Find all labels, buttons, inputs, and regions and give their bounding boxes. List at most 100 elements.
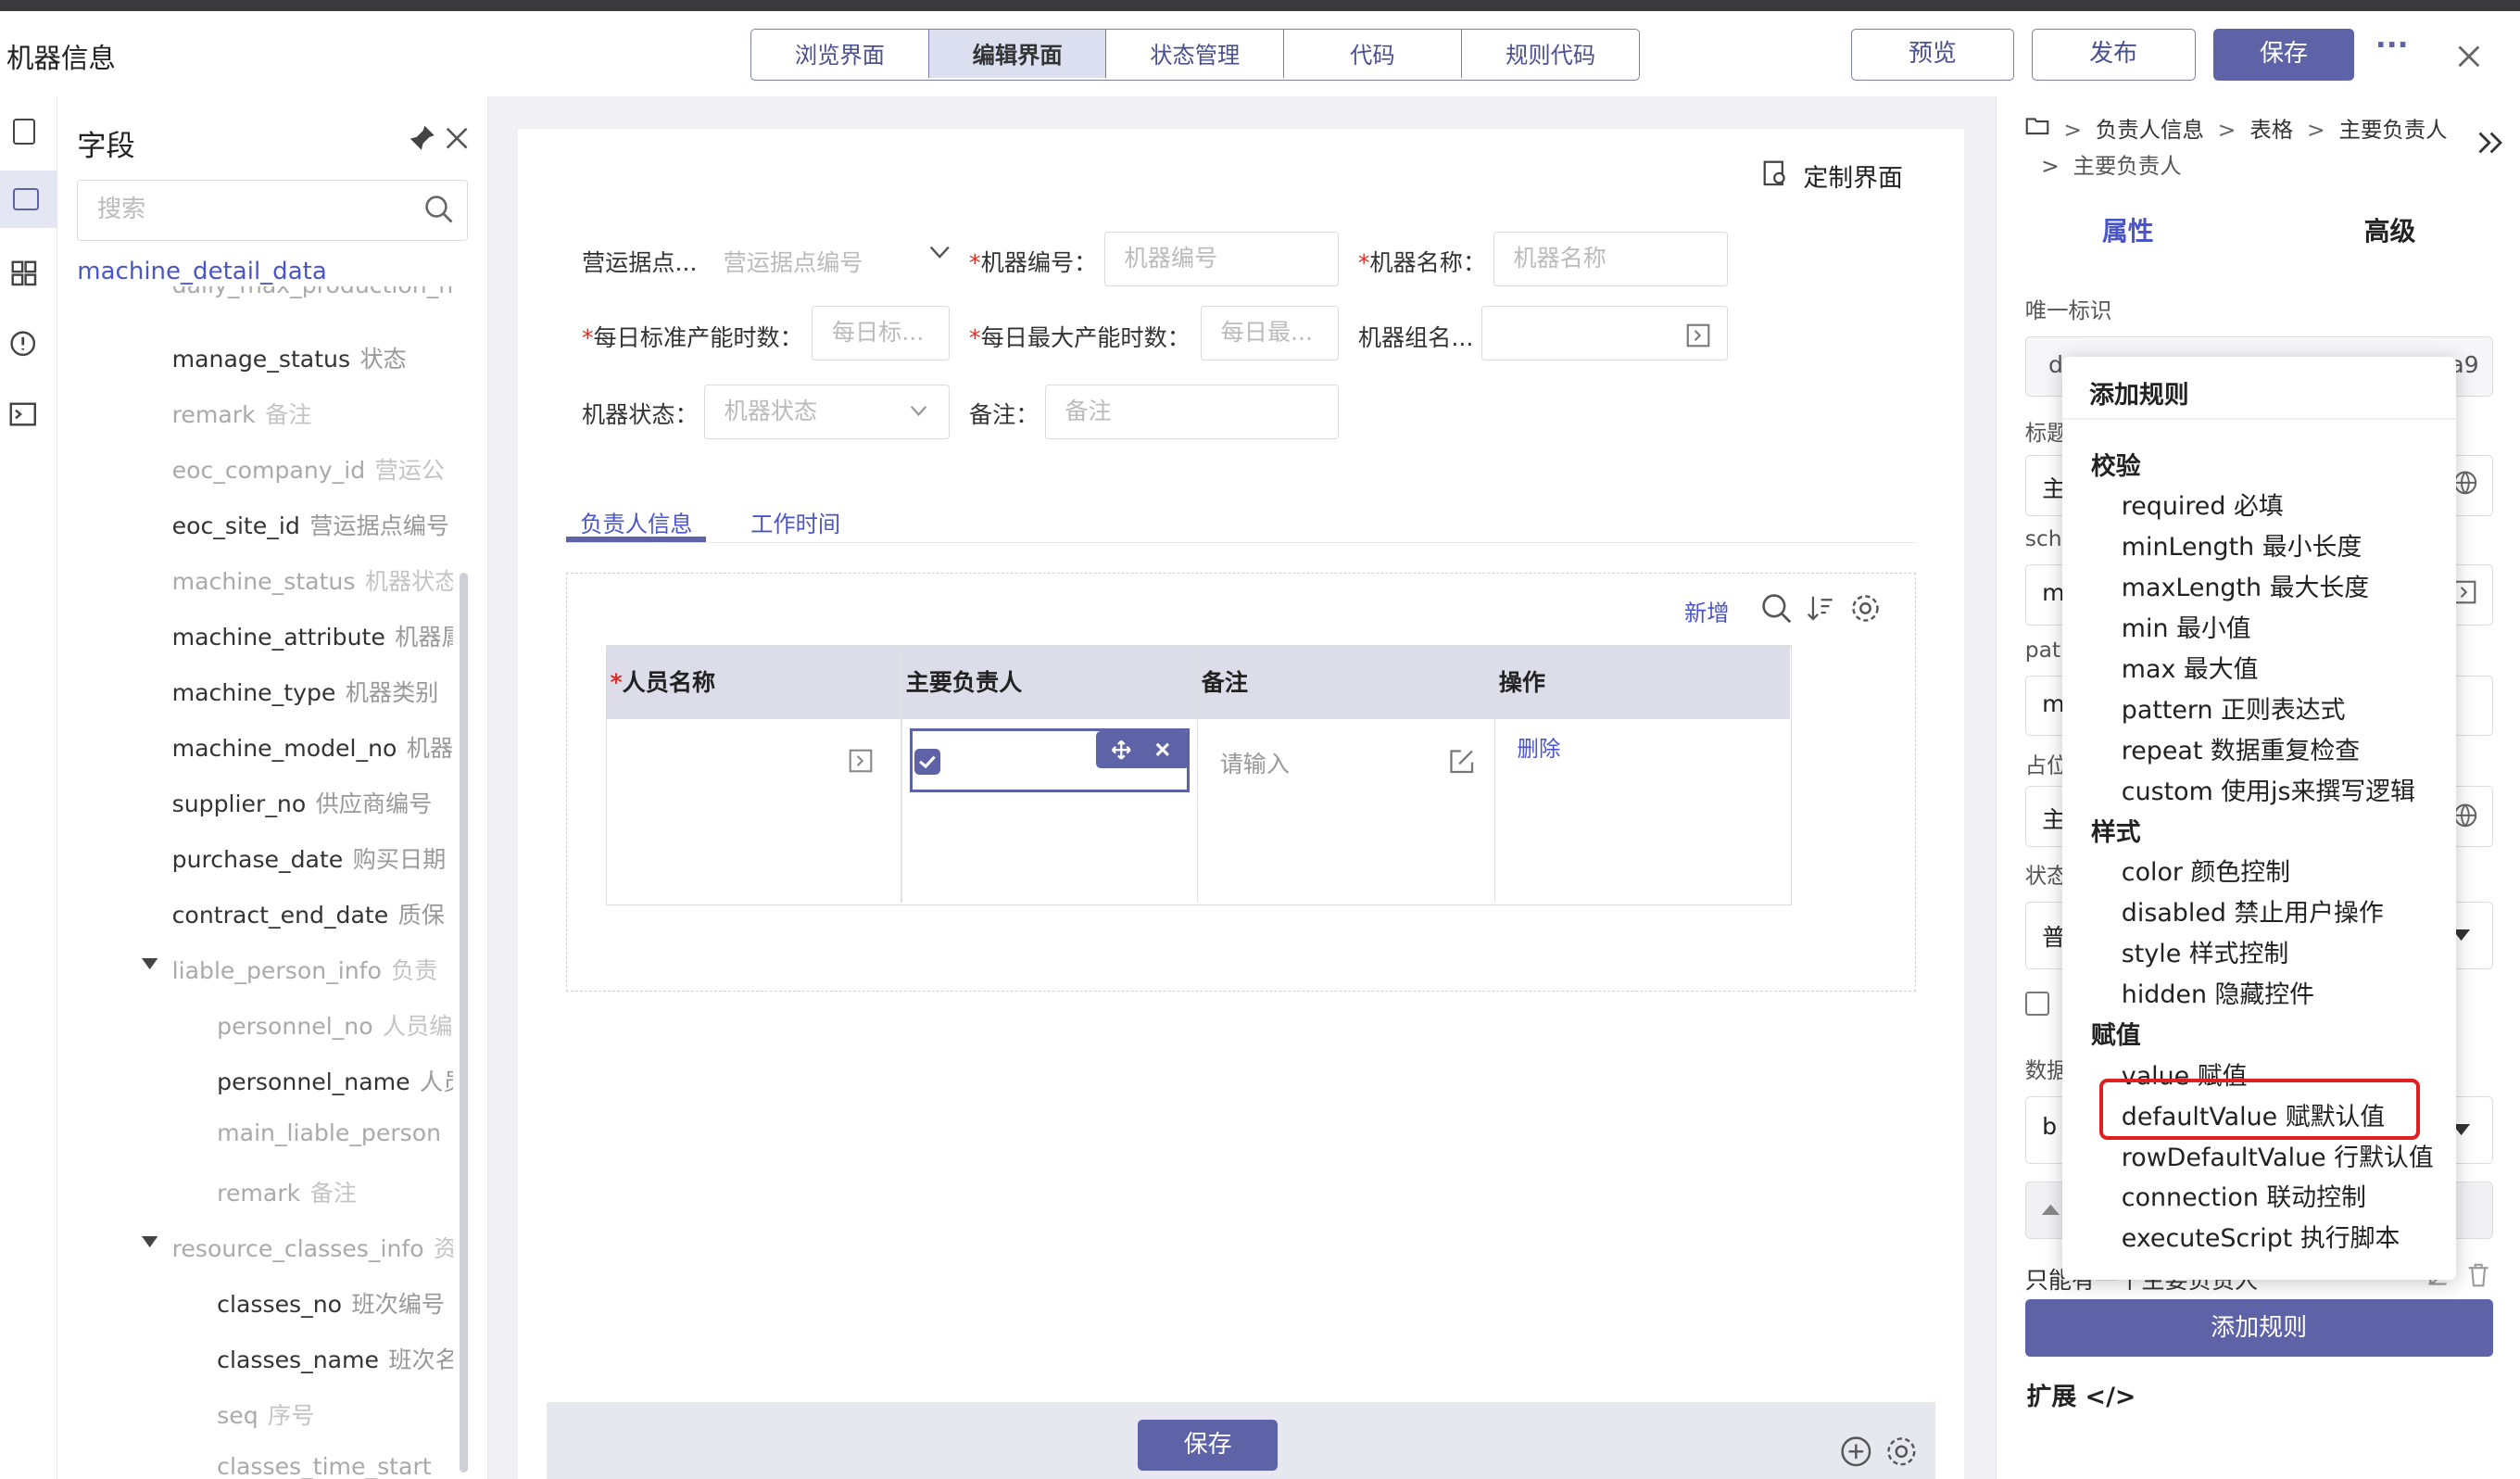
edit-icon[interactable] xyxy=(1448,748,1475,775)
rule-option[interactable]: style 样式控制 xyxy=(2122,933,2289,969)
rule-option[interactable]: connection 联动控制 xyxy=(2122,1177,2366,1213)
close-panel-icon[interactable] xyxy=(446,127,468,149)
remark-cell-input[interactable]: 请输入 xyxy=(1220,746,1290,779)
preview-button[interactable]: 预览 xyxy=(1851,29,2014,81)
field-item[interactable]: liable_person_info 负责 xyxy=(172,953,454,986)
customize-link[interactable]: 定制界面 xyxy=(1803,158,1903,194)
rule-option[interactable]: repeat 数据重复检查 xyxy=(2122,730,2360,766)
field-scrollbar[interactable] xyxy=(460,572,468,1473)
rule-option[interactable]: min 最小值 xyxy=(2122,608,2251,644)
settings-gear-icon[interactable] xyxy=(1885,1435,1918,1468)
settings-gear-icon[interactable] xyxy=(1850,593,1881,624)
form-icon-active[interactable] xyxy=(0,170,58,229)
column-header-action: 操作 xyxy=(1495,645,1790,720)
field-item[interactable]: contract_end_date 质保 xyxy=(172,897,454,930)
bottom-save-button[interactable]: 保存 xyxy=(1138,1419,1279,1472)
search-icon[interactable] xyxy=(1761,593,1792,624)
rule-option[interactable]: maxLength 最大长度 xyxy=(2122,567,2369,603)
rule-option[interactable]: pattern 正则表达式 xyxy=(2122,689,2346,726)
remove-icon[interactable] xyxy=(1155,742,1170,757)
machine-no-input[interactable]: 机器编号 xyxy=(1103,231,1339,286)
rule-option[interactable]: disabled 禁止用户操作 xyxy=(2122,892,2384,929)
open-dialog-icon[interactable] xyxy=(1686,323,1710,348)
option-checkbox[interactable] xyxy=(2024,992,2049,1017)
open-dialog-icon[interactable] xyxy=(2452,580,2476,604)
rule-option[interactable]: minLength 最小长度 xyxy=(2122,526,2362,563)
field-item[interactable]: machine_type 机器类别 xyxy=(172,675,454,708)
daily-max-input[interactable]: 每日最... xyxy=(1200,305,1339,360)
field-item[interactable]: remark 备注 xyxy=(172,397,454,430)
add-rule-button[interactable]: 添加规则 xyxy=(2024,1298,2493,1358)
globe-icon[interactable] xyxy=(2452,470,2478,496)
field-item[interactable]: personnel_name 人员 xyxy=(217,1064,453,1097)
breadcrumb-item[interactable]: 表格 xyxy=(2249,117,2293,143)
main-liable-checkbox[interactable] xyxy=(914,749,940,776)
field-search-input[interactable]: 搜索 xyxy=(77,180,468,242)
publish-button[interactable]: 发布 xyxy=(2031,29,2196,81)
field-item[interactable]: remark 备注 xyxy=(217,1175,453,1208)
rule-option[interactable]: required 必填 xyxy=(2122,486,2284,522)
caret-down-icon[interactable] xyxy=(141,957,158,971)
rule-option[interactable]: executeScript 执行脚本 xyxy=(2122,1218,2400,1254)
rule-option[interactable]: custom 使用js来撰写逻辑 xyxy=(2122,771,2415,807)
move-icon[interactable] xyxy=(1111,740,1132,761)
document-icon[interactable] xyxy=(12,119,36,145)
caret-down-icon[interactable] xyxy=(141,1235,158,1249)
caret-up-icon[interactable] xyxy=(2041,1203,2060,1216)
sort-icon[interactable] xyxy=(1807,595,1833,621)
trash-icon[interactable] xyxy=(2467,1263,2489,1287)
search-icon[interactable] xyxy=(424,195,453,223)
rule-option[interactable]: max 最大值 xyxy=(2122,649,2259,685)
field-item[interactable]: eoc_company_id 营运公 xyxy=(172,452,454,486)
tab-edit[interactable]: 编辑界面 xyxy=(928,30,1107,79)
site-select[interactable]: 营运据点编号 xyxy=(724,245,863,278)
rule-option[interactable]: hidden 隐藏控件 xyxy=(2122,974,2314,1010)
field-item[interactable]: machine_status 机器状态 xyxy=(172,563,454,597)
field-item[interactable]: purchase_date 购买日期 xyxy=(172,841,454,875)
delete-row-link[interactable]: 删除 xyxy=(1518,731,1561,763)
machine-name-input[interactable]: 机器名称 xyxy=(1493,231,1728,286)
field-item[interactable]: machine_model_no 机器 xyxy=(172,730,454,764)
breadcrumb-item[interactable]: 主要负责人 xyxy=(2339,117,2448,143)
field-item[interactable]: classes_name 班次名 xyxy=(217,1342,453,1375)
daily-std-input[interactable]: 每日标... xyxy=(812,305,951,360)
breadcrumb-item[interactable]: 负责人信息 xyxy=(2096,117,2204,143)
field-item[interactable]: main_liable_person xyxy=(217,1119,453,1146)
tab-browse[interactable]: 浏览界面 xyxy=(751,30,929,79)
collapse-panel-icon[interactable] xyxy=(2476,131,2505,155)
field-item[interactable]: resource_classes_info 资 xyxy=(172,1231,454,1264)
field-item[interactable]: classes_no 班次编号 xyxy=(217,1286,453,1320)
field-item[interactable]: manage_status 状态 xyxy=(172,341,454,374)
extend-label[interactable]: 扩展 </> xyxy=(2026,1376,2136,1412)
pin-icon[interactable] xyxy=(409,124,435,151)
more-icon[interactable]: ··· xyxy=(2375,29,2409,62)
tab-state[interactable]: 状态管理 xyxy=(1106,30,1285,79)
tab-code[interactable]: 代码 xyxy=(1284,30,1462,79)
save-button[interactable]: 保存 xyxy=(2212,29,2355,81)
info-icon[interactable] xyxy=(9,330,36,357)
tab-rule-code[interactable]: 规则代码 xyxy=(1461,30,1640,79)
field-item[interactable]: supplier_no 供应商编号 xyxy=(172,786,454,819)
field-root[interactable]: machine_detail_data xyxy=(77,258,327,285)
open-dialog-icon[interactable] xyxy=(849,749,873,773)
field-item[interactable]: classes_time_start xyxy=(217,1453,453,1479)
subtab-work-time[interactable]: 工作时间 xyxy=(750,506,840,538)
subtab-liable-person[interactable]: 负责人信息 xyxy=(580,506,692,538)
tab-advanced[interactable]: 高级 xyxy=(2364,210,2416,247)
customize-icon[interactable] xyxy=(1763,160,1787,186)
field-label: 营运据点编号 xyxy=(309,512,450,539)
rule-option[interactable]: color 颜色控制 xyxy=(2122,852,2290,888)
field-item[interactable]: seq 序号 xyxy=(217,1397,453,1431)
field-item[interactable]: personnel_no 人员编 xyxy=(217,1008,453,1042)
terminal-icon[interactable] xyxy=(9,402,37,426)
add-circle-icon[interactable] xyxy=(1840,1435,1872,1468)
tab-properties[interactable]: 属性 xyxy=(2102,210,2154,247)
rule-option[interactable]: rowDefaultValue 行默认值 xyxy=(2122,1137,2434,1173)
add-row-link[interactable]: 新增 xyxy=(1684,595,1730,627)
remark-input[interactable]: 备注 xyxy=(1044,384,1339,439)
globe-icon[interactable] xyxy=(2452,803,2478,828)
field-item[interactable]: eoc_site_id 营运据点编号 xyxy=(172,508,454,541)
components-icon[interactable] xyxy=(11,260,37,286)
close-icon[interactable] xyxy=(2456,44,2482,70)
field-item[interactable]: machine_attribute 机器属 xyxy=(172,619,454,652)
